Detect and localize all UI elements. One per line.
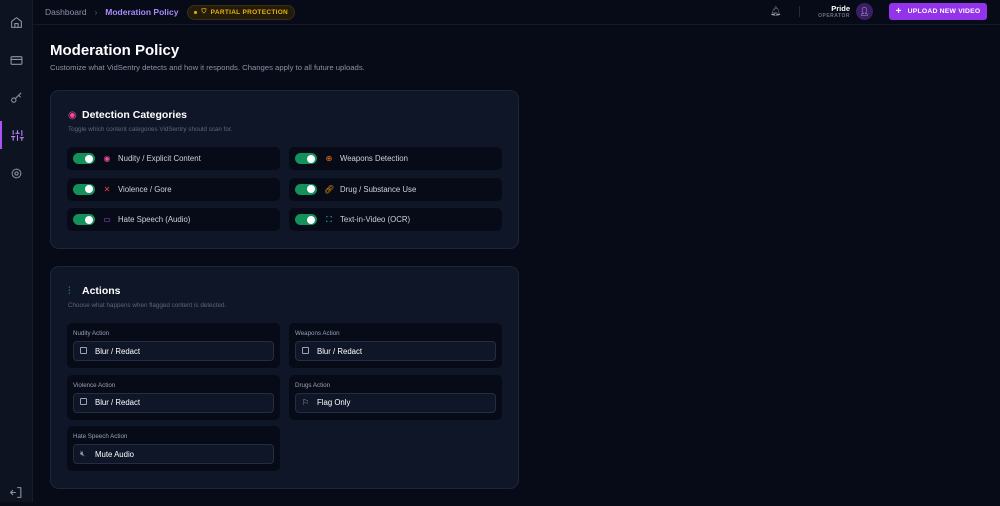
category-row: 🔗︎ Drug / Substance Use [289, 177, 502, 201]
mute-icon: 🔇︎ [80, 449, 86, 458]
category-toggle[interactable] [295, 153, 317, 164]
sidebar-item-settings[interactable] [0, 159, 33, 187]
gear-icon [11, 168, 22, 178]
sliders-icon [11, 129, 24, 141]
category-row: ✕ Violence / Gore [67, 177, 280, 201]
action-value: Blur / Redact [95, 398, 141, 407]
category-row: ⊕ Weapons Detection [289, 147, 502, 170]
sidebar-item-moderation[interactable] [0, 121, 33, 149]
crosshair-icon: ⊕ [325, 154, 333, 163]
page-subtitle: Customize what VidSentry detects and how… [50, 63, 365, 72]
avatar[interactable]: 👤︎ [856, 3, 873, 20]
actions-card: ⫶ Actions Choose what happens when flagg… [50, 266, 519, 489]
category-toggle[interactable] [73, 214, 95, 225]
action-label: Violence Action [73, 381, 116, 389]
user-name: Pride [831, 4, 850, 13]
category-toggle[interactable] [295, 214, 317, 225]
action-label: Nudity Action [73, 330, 110, 337]
key-icon [11, 92, 22, 103]
square-icon [302, 346, 311, 356]
action-label: Hate Speech Action [73, 433, 128, 440]
action-value: Blur / Redact [95, 346, 141, 356]
category-label: Drug / Substance Use [340, 184, 417, 194]
category-label: Text-in-Video (OCR) [340, 215, 411, 224]
section-desc: Choose what happens when flagged content… [68, 302, 227, 309]
category-row: ▭ Hate Speech (Audio) [67, 208, 280, 231]
action-setting: Violence Action Blur / Redact [67, 374, 280, 420]
pill-icon: 🔗︎ [324, 184, 335, 194]
category-label: Nudity / Explicit Content [118, 154, 201, 163]
sidebar-item-billing[interactable] [0, 46, 33, 74]
action-setting: Weapons Action Blur / Redact [289, 323, 502, 368]
breadcrumb-separator: › [94, 7, 98, 17]
action-setting: Nudity Action Blur / Redact [67, 323, 280, 368]
action-label: Weapons Action [295, 330, 340, 337]
eye-icon: ◉ [68, 110, 77, 121]
category-row: ⛶ Text-in-Video (OCR) [289, 208, 502, 231]
badge-label: PARTIAL PROTECTION [210, 8, 289, 16]
section-title: Detection Categories [82, 109, 188, 121]
square-icon [80, 398, 89, 407]
sidebar [0, 0, 33, 502]
breadcrumb-dashboard[interactable]: Dashboard [45, 7, 87, 17]
divider [799, 6, 801, 17]
detection-categories-card: ◉ Detection Categories Toggle which cont… [50, 90, 519, 249]
upload-video-button[interactable]: + UPLOAD NEW VIDEO [889, 3, 987, 20]
plus-icon: + [895, 6, 902, 17]
action-value: Blur / Redact [317, 346, 363, 356]
action-label: Drugs Action [295, 381, 331, 389]
category-row: ◉ Nudity / Explicit Content [67, 147, 280, 170]
message-icon: ▭ [103, 215, 111, 224]
action-setting: Drugs Action ⚐ Flag Only [289, 374, 502, 420]
eye-icon: ◉ [103, 154, 111, 163]
credit-card-icon [10, 55, 23, 65]
category-label: Weapons Detection [340, 154, 408, 163]
top-bar: Dashboard › Moderation Policy ⛉ PARTIAL P… [33, 0, 1000, 25]
action-select[interactable]: Blur / Redact [73, 341, 274, 361]
action-setting: Hate Speech Action 🔇︎ Mute Audio [67, 426, 280, 471]
protection-status-badge: ⛉ PARTIAL PROTECTION [187, 4, 296, 20]
section-title: Actions [82, 285, 121, 297]
category-toggle[interactable] [73, 153, 95, 164]
breadcrumb-current: Moderation Policy [105, 7, 179, 17]
upload-label: UPLOAD NEW VIDEO [907, 8, 981, 15]
sidebar-item-keys[interactable] [0, 84, 33, 112]
action-select[interactable]: ⚐ Flag Only [295, 392, 496, 413]
action-select[interactable]: Blur / Redact [295, 341, 496, 361]
sliders-icon: ⫶ [68, 286, 71, 297]
status-dot [194, 10, 198, 14]
flag-icon: ⚐ [302, 398, 310, 407]
home-icon [11, 16, 22, 28]
page-title: Moderation Policy [50, 42, 180, 59]
action-select[interactable]: 🔇︎ Mute Audio [73, 444, 274, 464]
swords-icon: ✕ [103, 184, 111, 194]
category-toggle[interactable] [295, 183, 317, 195]
action-value: Flag Only [317, 398, 351, 407]
scan-text-icon: ⛶ [326, 214, 332, 224]
user-info: Pride OPERATOR [818, 4, 850, 19]
section-desc: Toggle which content categories VidSentr… [68, 126, 233, 133]
bell-icon[interactable]: 🔔︎ [770, 6, 781, 17]
user-role: OPERATOR [818, 13, 850, 19]
shield-icon: ⛉ [201, 8, 207, 15]
action-value: Mute Audio [95, 449, 135, 459]
category-toggle[interactable] [73, 183, 95, 195]
category-label: Hate Speech (Audio) [118, 215, 191, 224]
sidebar-item-home[interactable] [0, 8, 33, 36]
logout-icon [10, 486, 22, 498]
user-icon: 👤︎ [859, 7, 870, 16]
category-label: Violence / Gore [118, 184, 172, 194]
square-icon [80, 346, 89, 356]
action-select[interactable]: Blur / Redact [73, 392, 274, 413]
